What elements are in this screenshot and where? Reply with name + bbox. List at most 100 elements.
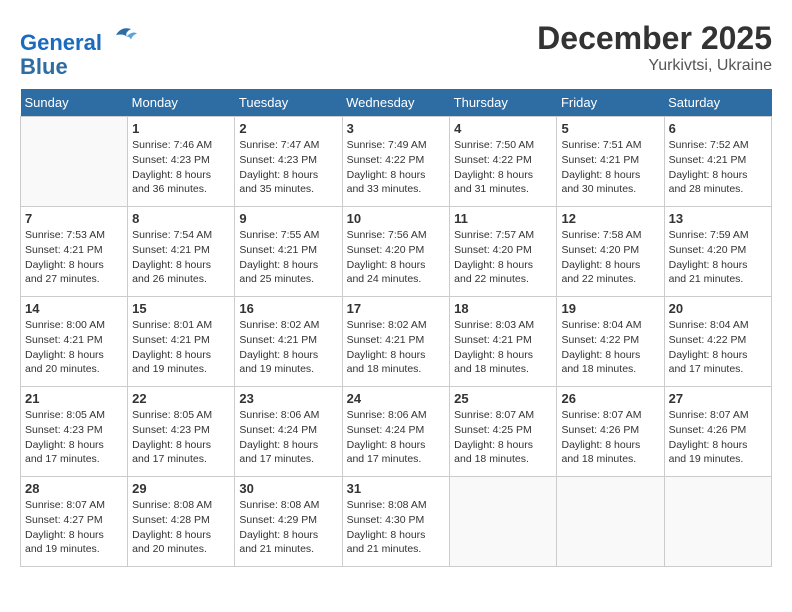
calendar-cell: 24Sunrise: 8:06 AM Sunset: 4:24 PM Dayli…: [342, 387, 450, 477]
calendar-week-1: 1Sunrise: 7:46 AM Sunset: 4:23 PM Daylig…: [21, 117, 772, 207]
day-details: Sunrise: 8:02 AM Sunset: 4:21 PM Dayligh…: [347, 318, 446, 377]
calendar-cell: 17Sunrise: 8:02 AM Sunset: 4:21 PM Dayli…: [342, 297, 450, 387]
day-details: Sunrise: 8:05 AM Sunset: 4:23 PM Dayligh…: [132, 408, 230, 467]
day-details: Sunrise: 7:53 AM Sunset: 4:21 PM Dayligh…: [25, 228, 123, 287]
calendar-cell: 20 Sunrise: 8:04 AM Sunset: 4:22 PM Dayli…: [664, 297, 771, 387]
calendar-cell: 18 Sunrise: 8:03 AM Sunset: 4:21 PM Dayli…: [450, 297, 557, 387]
day-details: Sunrise: 8:00 AM Sunset: 4:21 PM Dayligh…: [25, 318, 123, 377]
logo-general: General: [20, 30, 102, 55]
day-number: 2: [239, 121, 337, 136]
day-number: 18: [454, 301, 552, 316]
calendar-cell: 13 Sunrise: 7:59 AM Sunset: 4:20 PM Dayli…: [664, 207, 771, 297]
calendar-cell: 6 Sunrise: 7:52 AM Sunset: 4:21 PM Daylig…: [664, 117, 771, 207]
day-number: 4: [454, 121, 552, 136]
calendar-cell: 27 Sunrise: 8:07 AM Sunset: 4:26 PM Dayli…: [664, 387, 771, 477]
day-details: Sunrise: 8:06 AM Sunset: 4:24 PM Dayligh…: [239, 408, 337, 467]
day-number: 15: [132, 301, 230, 316]
day-details: Sunrise: 8:07 AM Sunset: 4:26 PM Dayligh…: [669, 408, 767, 467]
calendar-cell: 7Sunrise: 7:53 AM Sunset: 4:21 PM Daylig…: [21, 207, 128, 297]
day-number: 19: [561, 301, 659, 316]
day-details: Sunrise: 7:57 AM Sunset: 4:20 PM Dayligh…: [454, 228, 552, 287]
calendar-table: SundayMondayTuesdayWednesdayThursdayFrid…: [20, 89, 772, 567]
calendar-cell: 28 Sunrise: 8:07 AM Sunset: 4:27 PM Dayli…: [21, 477, 128, 567]
day-number: 14: [25, 301, 123, 316]
day-details: Sunrise: 7:50 AM Sunset: 4:22 PM Dayligh…: [454, 138, 552, 197]
calendar-cell: 14 Sunrise: 8:00 AM Sunset: 4:21 PM Dayli…: [21, 297, 128, 387]
day-number: 1: [132, 121, 230, 136]
calendar-cell: 22Sunrise: 8:05 AM Sunset: 4:23 PM Dayli…: [128, 387, 235, 477]
page-header: General Blue December 2025 Yurkivtsi, Uk…: [20, 20, 772, 79]
day-details: Sunrise: 7:47 AM Sunset: 4:23 PM Dayligh…: [239, 138, 337, 197]
calendar-cell: 10 Sunrise: 7:56 AM Sunset: 4:20 PM Dayli…: [342, 207, 450, 297]
day-details: Sunrise: 7:49 AM Sunset: 4:22 PM Dayligh…: [347, 138, 446, 197]
logo-bird-icon: [110, 20, 140, 50]
day-details: Sunrise: 8:04 AM Sunset: 4:22 PM Dayligh…: [669, 318, 767, 377]
calendar-body: 1Sunrise: 7:46 AM Sunset: 4:23 PM Daylig…: [21, 117, 772, 567]
calendar-cell: 25 Sunrise: 8:07 AM Sunset: 4:25 PM Dayli…: [450, 387, 557, 477]
day-details: Sunrise: 8:08 AM Sunset: 4:30 PM Dayligh…: [347, 498, 446, 557]
logo-blue: Blue: [20, 54, 68, 79]
calendar-cell: 21 Sunrise: 8:05 AM Sunset: 4:23 PM Dayli…: [21, 387, 128, 477]
day-details: Sunrise: 7:51 AM Sunset: 4:21 PM Dayligh…: [561, 138, 659, 197]
day-details: Sunrise: 7:55 AM Sunset: 4:21 PM Dayligh…: [239, 228, 337, 287]
calendar-cell: 26Sunrise: 8:07 AM Sunset: 4:26 PM Dayli…: [557, 387, 664, 477]
day-number: 27: [669, 391, 767, 406]
weekday-header-monday: Monday: [128, 89, 235, 117]
day-details: Sunrise: 8:03 AM Sunset: 4:21 PM Dayligh…: [454, 318, 552, 377]
calendar-cell: 29Sunrise: 8:08 AM Sunset: 4:28 PM Dayli…: [128, 477, 235, 567]
day-details: Sunrise: 8:05 AM Sunset: 4:23 PM Dayligh…: [25, 408, 123, 467]
calendar-cell: 16 Sunrise: 8:02 AM Sunset: 4:21 PM Dayli…: [235, 297, 342, 387]
day-number: 25: [454, 391, 552, 406]
calendar-cell: [557, 477, 664, 567]
day-number: 21: [25, 391, 123, 406]
weekday-header-wednesday: Wednesday: [342, 89, 450, 117]
calendar-cell: 30Sunrise: 8:08 AM Sunset: 4:29 PM Dayli…: [235, 477, 342, 567]
title-block: December 2025 Yurkivtsi, Ukraine: [537, 20, 772, 75]
calendar-cell: 1Sunrise: 7:46 AM Sunset: 4:23 PM Daylig…: [128, 117, 235, 207]
day-details: Sunrise: 7:52 AM Sunset: 4:21 PM Dayligh…: [669, 138, 767, 197]
weekday-header-sunday: Sunday: [21, 89, 128, 117]
day-details: Sunrise: 8:01 AM Sunset: 4:21 PM Dayligh…: [132, 318, 230, 377]
day-details: Sunrise: 7:54 AM Sunset: 4:21 PM Dayligh…: [132, 228, 230, 287]
location-subtitle: Yurkivtsi, Ukraine: [537, 57, 772, 75]
day-number: 9: [239, 211, 337, 226]
day-details: Sunrise: 7:56 AM Sunset: 4:20 PM Dayligh…: [347, 228, 446, 287]
day-number: 24: [347, 391, 446, 406]
day-number: 23: [239, 391, 337, 406]
calendar-cell: 5Sunrise: 7:51 AM Sunset: 4:21 PM Daylig…: [557, 117, 664, 207]
calendar-cell: [21, 117, 128, 207]
weekday-header-thursday: Thursday: [450, 89, 557, 117]
calendar-cell: 3 Sunrise: 7:49 AM Sunset: 4:22 PM Daylig…: [342, 117, 450, 207]
calendar-header-row: SundayMondayTuesdayWednesdayThursdayFrid…: [21, 89, 772, 117]
day-details: Sunrise: 8:02 AM Sunset: 4:21 PM Dayligh…: [239, 318, 337, 377]
day-number: 16: [239, 301, 337, 316]
day-details: Sunrise: 8:07 AM Sunset: 4:27 PM Dayligh…: [25, 498, 123, 557]
calendar-cell: [664, 477, 771, 567]
calendar-cell: [450, 477, 557, 567]
day-details: Sunrise: 8:04 AM Sunset: 4:22 PM Dayligh…: [561, 318, 659, 377]
day-number: 20: [669, 301, 767, 316]
calendar-cell: 9 Sunrise: 7:55 AM Sunset: 4:21 PM Daylig…: [235, 207, 342, 297]
calendar-cell: 23 Sunrise: 8:06 AM Sunset: 4:24 PM Dayli…: [235, 387, 342, 477]
day-number: 31: [347, 481, 446, 496]
day-number: 8: [132, 211, 230, 226]
day-number: 13: [669, 211, 767, 226]
day-number: 3: [347, 121, 446, 136]
day-number: 30: [239, 481, 337, 496]
day-details: Sunrise: 8:08 AM Sunset: 4:28 PM Dayligh…: [132, 498, 230, 557]
calendar-cell: 19 Sunrise: 8:04 AM Sunset: 4:22 PM Dayli…: [557, 297, 664, 387]
day-number: 6: [669, 121, 767, 136]
calendar-cell: 8 Sunrise: 7:54 AM Sunset: 4:21 PM Daylig…: [128, 207, 235, 297]
day-details: Sunrise: 7:59 AM Sunset: 4:20 PM Dayligh…: [669, 228, 767, 287]
weekday-header-saturday: Saturday: [664, 89, 771, 117]
calendar-cell: 15 Sunrise: 8:01 AM Sunset: 4:21 PM Dayli…: [128, 297, 235, 387]
logo: General Blue: [20, 20, 140, 79]
calendar-week-5: 28 Sunrise: 8:07 AM Sunset: 4:27 PM Dayli…: [21, 477, 772, 567]
calendar-week-2: 7Sunrise: 7:53 AM Sunset: 4:21 PM Daylig…: [21, 207, 772, 297]
weekday-header-friday: Friday: [557, 89, 664, 117]
day-details: Sunrise: 7:58 AM Sunset: 4:20 PM Dayligh…: [561, 228, 659, 287]
day-number: 28: [25, 481, 123, 496]
day-details: Sunrise: 8:07 AM Sunset: 4:25 PM Dayligh…: [454, 408, 552, 467]
day-number: 10: [347, 211, 446, 226]
calendar-cell: 31 Sunrise: 8:08 AM Sunset: 4:30 PM Dayli…: [342, 477, 450, 567]
